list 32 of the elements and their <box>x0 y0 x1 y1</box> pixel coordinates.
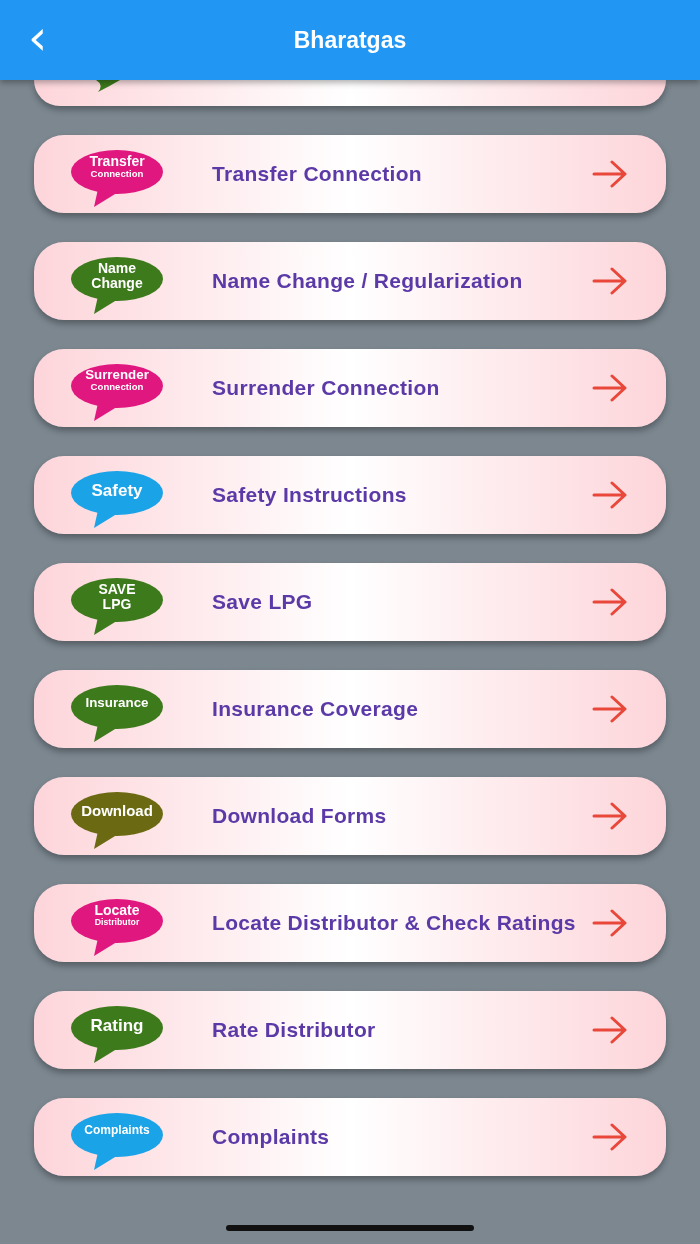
menu-label: Insurance Coverage <box>212 696 420 722</box>
menu-card[interactable]: Transfer Connection Transfer Connection <box>34 135 666 213</box>
menu-label: Download Forms <box>212 803 388 829</box>
arrow-right-icon <box>592 267 628 295</box>
menu-label: Safety Instructions <box>212 482 408 508</box>
menu-label: Rate Distributor <box>212 1017 377 1043</box>
arrow-right-icon <box>592 1123 628 1151</box>
arrow-right-icon <box>592 481 628 509</box>
menu-label: Name Change / Regularization <box>212 268 524 294</box>
speech-bubble-tail-icon <box>96 80 120 92</box>
menu-label: Save LPG <box>212 589 314 615</box>
menu-card[interactable]: Insurance Insurance Coverage <box>34 670 666 748</box>
menu-card[interactable]: Safety Safety Instructions <box>34 456 666 534</box>
app-title: Bharatgas <box>293 26 407 54</box>
menu-label: Surrender Connection <box>212 375 441 401</box>
menu-label: Locate Distributor & Check Ratings <box>212 910 577 936</box>
menu-card[interactable]: Rating Rate Distributor <box>34 991 666 1069</box>
menu-label: Transfer Connection <box>212 161 423 187</box>
arrow-right-icon <box>592 160 628 188</box>
menu-card[interactable]: Surrender Connection Surrender Connection <box>34 349 666 427</box>
arrow-right-icon <box>592 588 628 616</box>
menu-card[interactable]: Download Download Forms <box>34 777 666 855</box>
arrow-right-icon <box>592 695 628 723</box>
arrow-right-icon <box>592 1016 628 1044</box>
arrow-right-icon <box>592 374 628 402</box>
arrow-right-icon <box>592 802 628 830</box>
menu-card[interactable]: Name Change Name Change / Regularization <box>34 242 666 320</box>
menu-card[interactable]: Complaints Complaints <box>34 1098 666 1176</box>
menu-label: Complaints <box>212 1124 331 1150</box>
menu-card[interactable]: SAVE LPG Save LPG <box>34 563 666 641</box>
arrow-right-icon <box>592 909 628 937</box>
menu-card[interactable]: Locate Distributor Locate Distributor & Check Ratings <box>34 884 666 962</box>
